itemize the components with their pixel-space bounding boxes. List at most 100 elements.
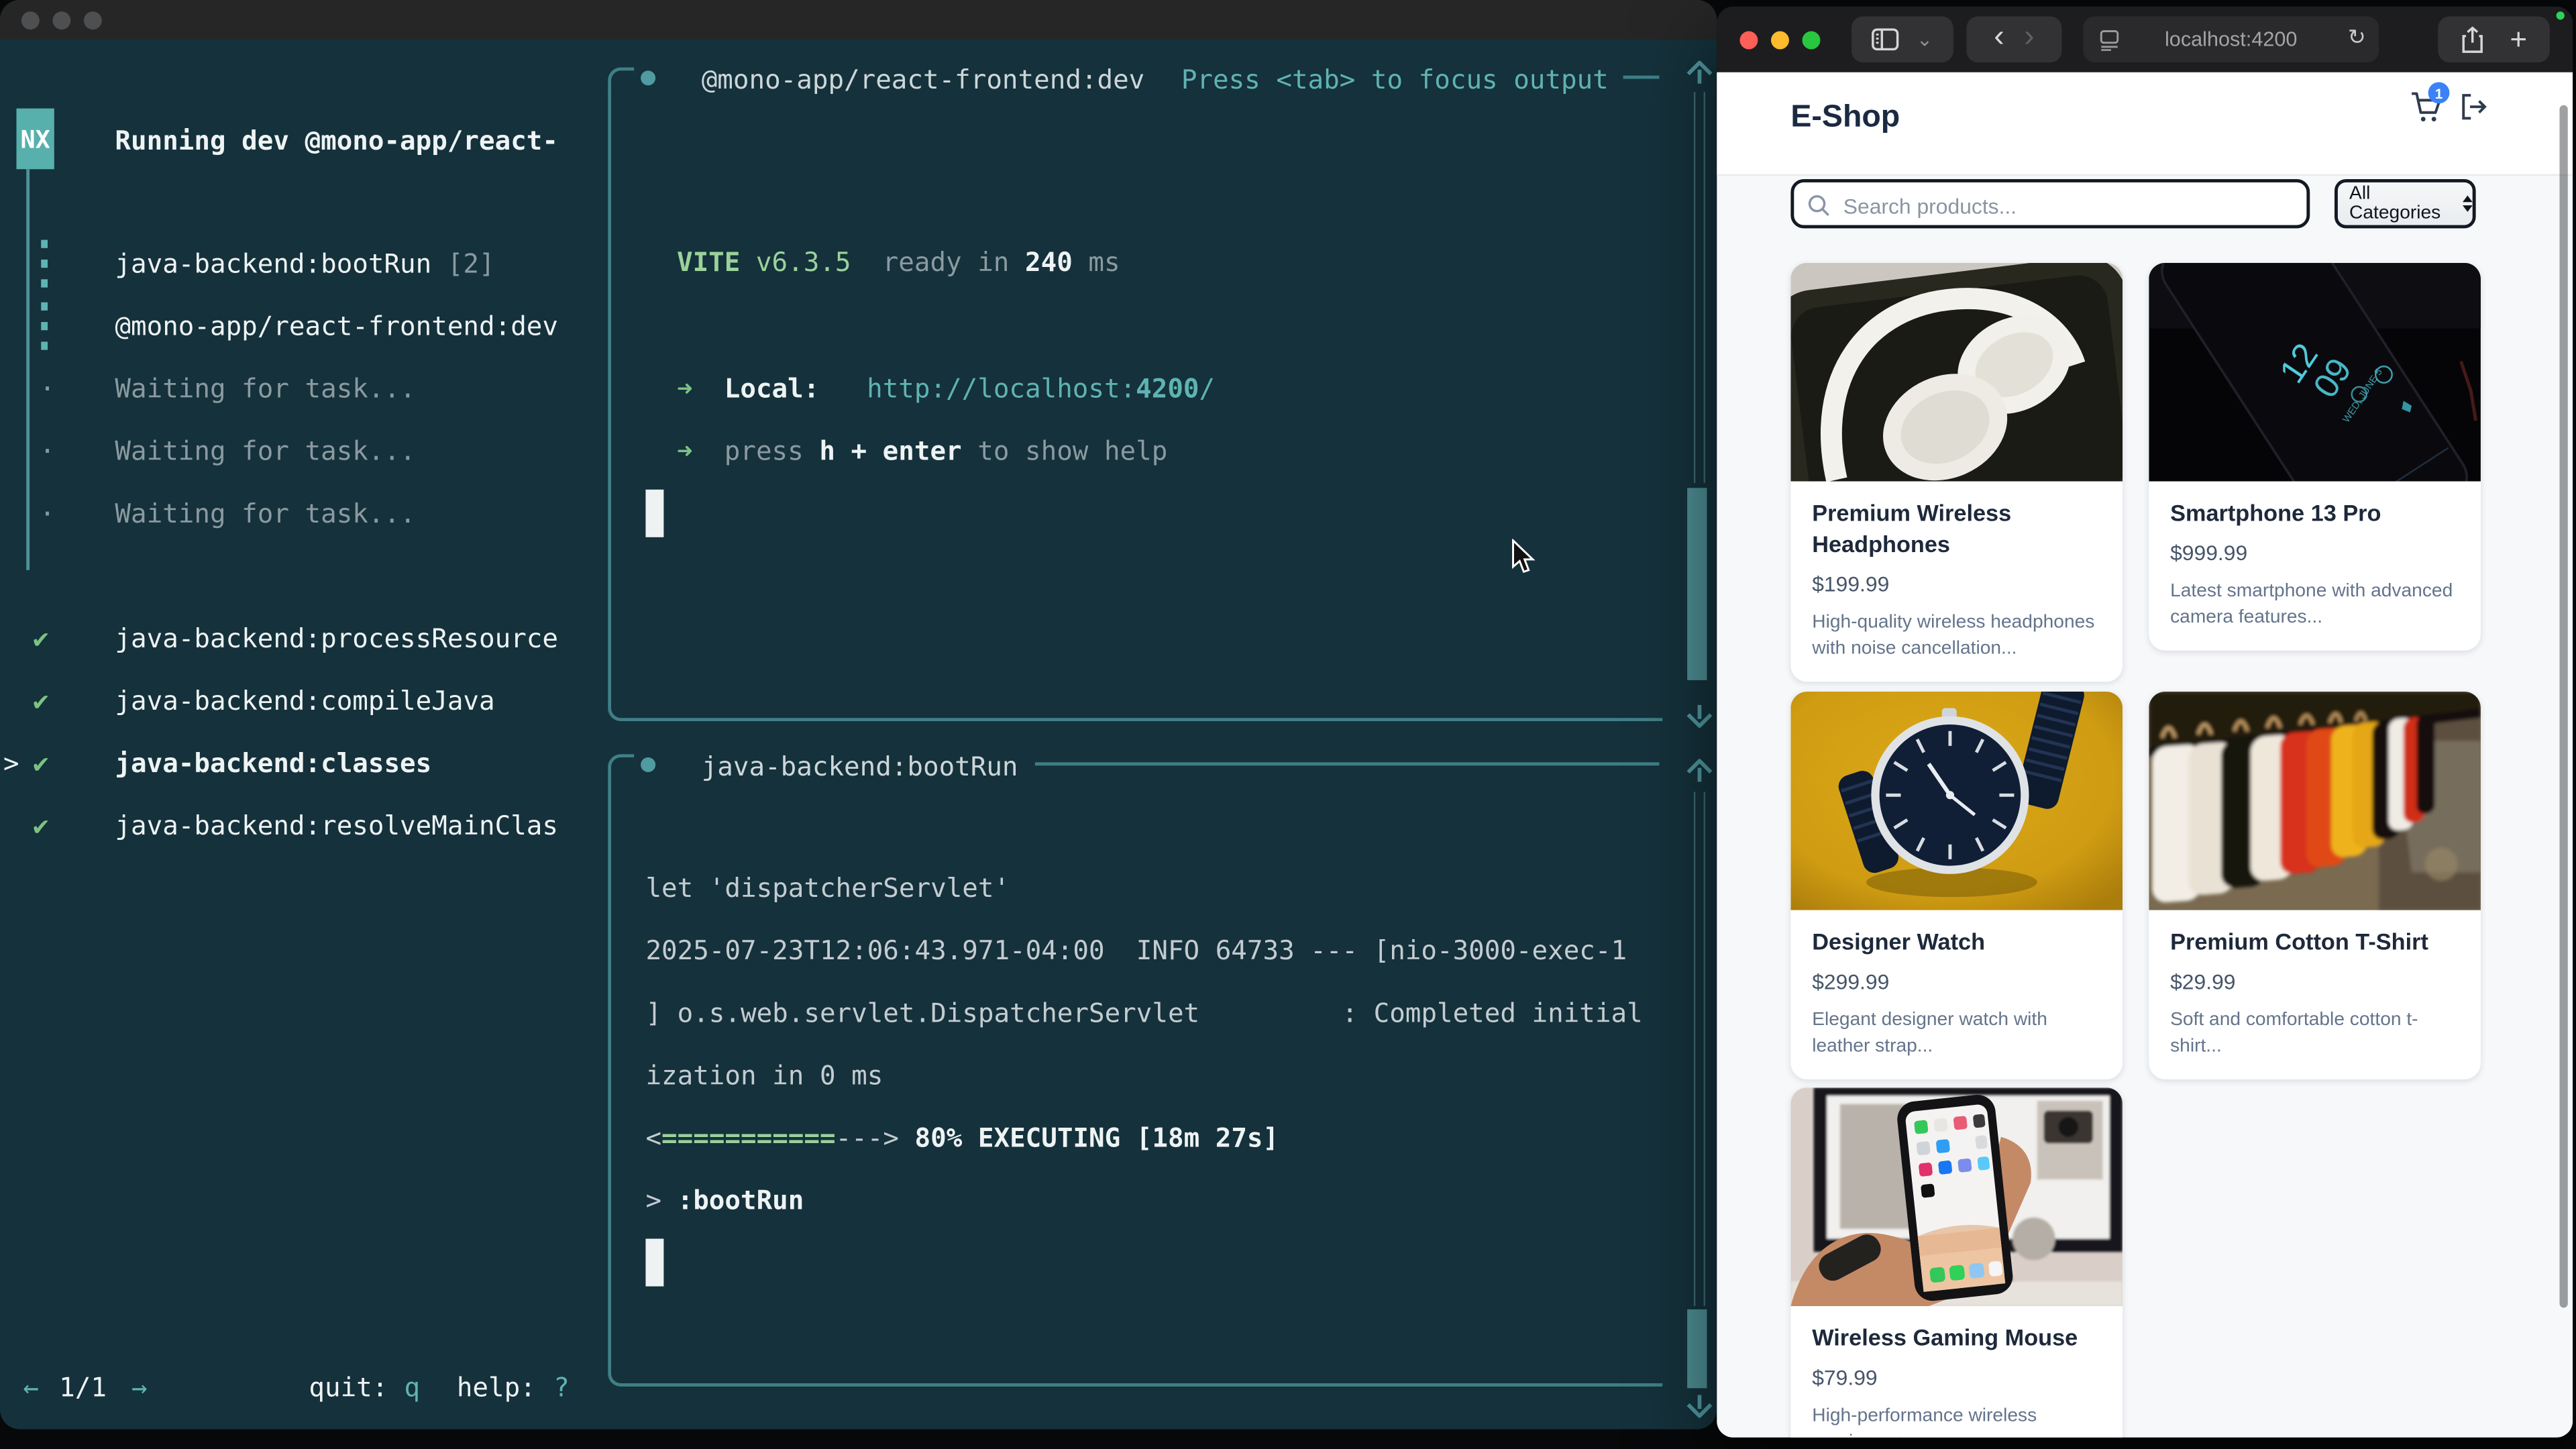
log-line: let 'dispatcherServlet' [645, 872, 1010, 905]
reload-icon[interactable]: ↻ [2348, 25, 2366, 51]
share-icon[interactable] [2461, 25, 2483, 54]
log-line: ization in 0 ms [645, 1060, 883, 1093]
task-row[interactable]: java-backend:compileJava [115, 685, 494, 718]
vite-logo: VITE [677, 246, 740, 278]
category-select[interactable]: All Categories [2334, 179, 2476, 228]
address-bar[interactable]: localhost:4200 ↻ [2083, 16, 2379, 62]
selection-pointer-icon: > [3, 747, 19, 780]
task-row[interactable]: java-backend:bootRun [2] [115, 248, 494, 281]
pane-title[interactable]: @mono-app/react-frontend:dev [702, 64, 1145, 97]
waiting-bullet-icon: · [40, 435, 56, 468]
page-scrollbar[interactable] [2560, 105, 2568, 1308]
shop-header: E-Shop 1 [1717, 72, 2573, 176]
scroll-up-icon[interactable] [1686, 61, 1714, 86]
pane-title[interactable]: java-backend:bootRun [702, 751, 1018, 784]
task-label: @mono-app/react-frontend:dev [115, 311, 558, 342]
product-image-headphones [1790, 263, 2123, 482]
product-card[interactable]: Premium Wireless Headphones $199.99 High… [1790, 263, 2123, 682]
product-card[interactable]: Premium Cotton T-Shirt $29.99 Soft and c… [2149, 692, 2481, 1079]
task-row[interactable]: @mono-app/react-frontend:dev [115, 311, 558, 343]
desktop: NX Running dev @mono-app/react- java-bac… [0, 0, 2576, 1449]
product-name: Smartphone 13 Pro [2170, 498, 2459, 529]
chevron-down-icon[interactable]: ⌄ [1917, 28, 1933, 51]
category-selected-value: All Categories [2338, 184, 2445, 223]
scroll-down-icon[interactable] [1686, 1393, 1714, 1418]
local-label: Local: [724, 373, 820, 405]
scrollbar-track[interactable] [1694, 792, 1705, 1306]
logout-icon[interactable] [2459, 92, 2489, 121]
pager-prev-icon[interactable]: ← [23, 1372, 39, 1405]
quit-hint-key: q [404, 1372, 420, 1405]
search-icon [1807, 194, 1830, 217]
product-description: High-quality wireless headphones with no… [1812, 610, 2101, 662]
sidebar-icon [1872, 28, 1900, 51]
nx-logo: NX [16, 109, 54, 170]
address-text[interactable]: localhost:4200 [2165, 28, 2297, 51]
minimize-window-icon[interactable] [1771, 32, 1789, 50]
scrollbar-thumb[interactable] [1687, 488, 1707, 680]
waiting-bullet-icon: · [40, 373, 56, 406]
localhost-link[interactable]: http://localhost:4200/ [867, 373, 1215, 405]
product-image-tshirt [2149, 692, 2481, 910]
search-input[interactable] [1840, 186, 2290, 225]
scrollbar-thumb[interactable] [1687, 1309, 1707, 1389]
task-spinner-icon [41, 240, 48, 299]
vite-ready-time: 240 [1025, 246, 1073, 278]
product-card[interactable]: Wireless Gaming Mouse $79.99 High-perfor… [1790, 1087, 2123, 1438]
task-row[interactable]: java-backend:processResource [115, 623, 558, 655]
pane-status-dot-icon [641, 70, 655, 85]
task-spinner-icon [41, 303, 48, 362]
pager-next-icon[interactable]: → [131, 1372, 148, 1405]
terminal-cursor [645, 1239, 663, 1287]
task-row[interactable]: java-backend:resolveMainClas [115, 810, 558, 843]
task-tree-line [26, 169, 30, 570]
pane-header-rule [1035, 762, 1660, 765]
product-name: Premium Cotton T-Shirt [2170, 926, 2459, 958]
close-window-icon[interactable] [1739, 32, 1758, 50]
product-price: $199.99 [1812, 572, 2101, 596]
reader-icon[interactable] [2100, 30, 2119, 51]
product-description: High-performance wireless gaming mouse..… [1812, 1403, 2101, 1437]
quit-hint-label: quit: [309, 1372, 388, 1405]
log-line: ] o.s.web.servlet.DispatcherServlet : Co… [645, 998, 1642, 1030]
sidebar-toggle-button[interactable]: ⌄ [1851, 16, 1953, 62]
pager-position: 1/1 [59, 1372, 107, 1405]
close-window-icon[interactable] [21, 11, 40, 30]
task-label: java-backend:bootRun [115, 248, 431, 280]
minimize-window-icon[interactable] [52, 11, 70, 30]
check-icon: ✔ [33, 810, 49, 843]
forward-button[interactable]: › [2024, 19, 2034, 55]
product-image-watch [1790, 692, 2123, 910]
product-image-smartphone: 12 09 WED, JUNE 5 [2149, 263, 2481, 482]
product-card[interactable]: 12 09 WED, JUNE 5 Smartphone 13 Pro $999… [2149, 263, 2481, 651]
browser-window[interactable]: ⌄ ‹ › localhost:4200 ↻ + E-Shop [1717, 7, 2573, 1438]
product-description: Elegant designer watch with leather stra… [1812, 1007, 2101, 1059]
mouse-cursor [1511, 539, 1536, 575]
log-line: 2025-07-23T12:06:43.971-04:00 INFO 64733… [645, 934, 1627, 967]
terminal-titlebar[interactable] [0, 0, 1717, 40]
task-row: Waiting for task... [115, 498, 415, 531]
zoom-window-icon[interactable] [84, 11, 102, 30]
page-viewport: E-Shop 1 All Categories [1717, 72, 2573, 1438]
task-count: [2] [431, 248, 494, 280]
zoom-window-icon[interactable] [1803, 32, 1821, 50]
gradle-task-line: > :bootRun [645, 1185, 804, 1218]
task-row-selected[interactable]: java-backend:classes [115, 747, 431, 780]
prompt-arrow-icon: ➜ [677, 373, 693, 405]
check-icon: ✔ [33, 747, 49, 780]
task-row: Waiting for task... [115, 435, 415, 468]
product-card[interactable]: Designer Watch $299.99 Elegant designer … [1790, 692, 2123, 1079]
terminal-window[interactable]: NX Running dev @mono-app/react- java-bac… [0, 0, 1717, 1430]
nav-buttons: ‹ › [1966, 16, 2061, 62]
scroll-down-icon[interactable] [1686, 703, 1714, 728]
product-price: $29.99 [2170, 969, 2459, 994]
product-description: Latest smartphone with advanced camera f… [2170, 578, 2459, 631]
search-field[interactable] [1790, 179, 2310, 228]
scroll-up-icon[interactable] [1686, 759, 1714, 784]
new-tab-button[interactable]: + [2510, 22, 2527, 56]
back-button[interactable]: ‹ [1994, 19, 2004, 55]
waiting-bullet-icon: · [40, 498, 56, 531]
help-hint-label: help: [457, 1372, 536, 1405]
browser-toolbar: ⌄ ‹ › localhost:4200 ↻ + [1717, 7, 2573, 72]
scrollbar-track[interactable] [1694, 92, 1705, 483]
